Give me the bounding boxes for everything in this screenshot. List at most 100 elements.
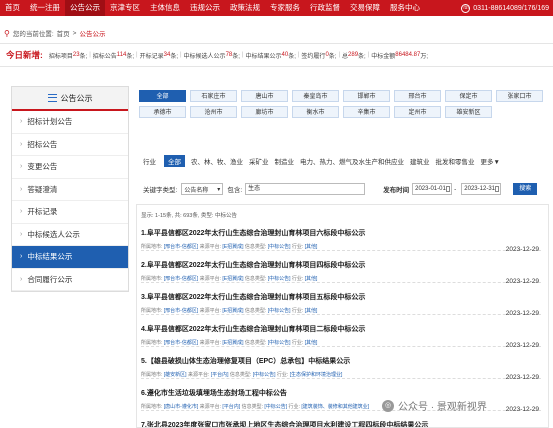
meta-industry-label: 行业: bbox=[290, 244, 305, 250]
sidebar-item-label: 中标结果公示 bbox=[27, 252, 73, 262]
sidebar-item[interactable]: › 变更公告 bbox=[12, 156, 128, 179]
keyword-type-label: 关键字类型: bbox=[143, 187, 178, 194]
nav-item[interactable]: 公告公示 bbox=[65, 0, 105, 16]
region-option[interactable]: 雄安新区 bbox=[445, 106, 492, 118]
result-title[interactable]: 3.阜平县信都区2022年太行山生态综合治理封山育林项目五标段中标公示 bbox=[141, 292, 541, 302]
nav-item[interactable]: 首页 bbox=[0, 0, 25, 16]
industry-option[interactable]: 更多▼ bbox=[481, 156, 500, 166]
keyword-type-value: 公告名称 bbox=[184, 187, 209, 194]
sidebar-item[interactable]: › 中标结果公示 bbox=[12, 246, 128, 269]
stat-unit: 万; bbox=[420, 53, 428, 60]
result-city: [唐山市-遵化市] bbox=[163, 404, 199, 410]
end-date-value: 2023-12-31 bbox=[464, 186, 495, 192]
region-option[interactable]: 廊坊市 bbox=[241, 106, 288, 118]
results-panel: 显示: 1-15条, 共: 693条, 类型: 中标公告 1.阜平县信都区202… bbox=[136, 204, 549, 428]
nav-item[interactable]: 政策法规 bbox=[225, 0, 265, 16]
stat-label: 中标结果公示 bbox=[245, 53, 282, 60]
watermark-text: 公众号 · 景观新视界 bbox=[398, 402, 487, 413]
start-date-input[interactable]: 2023-01-01 bbox=[412, 183, 453, 195]
region-option[interactable]: 邯郸市 bbox=[343, 90, 390, 102]
nav-item[interactable]: 统一注册 bbox=[25, 0, 65, 16]
region-option[interactable]: 辛集市 bbox=[343, 106, 390, 118]
result-platform: [E招冀成] bbox=[222, 340, 244, 346]
breadcrumb-home[interactable]: 首页 bbox=[57, 28, 70, 38]
region-option[interactable]: 秦皇岛市 bbox=[292, 90, 339, 102]
sidebar: 公告公示 › 招标计划公告 › 招标公告 › 变更公告 › 答疑澄清 › 开标记录 › 中标候选人公示… bbox=[11, 86, 129, 292]
result-title[interactable]: 1.阜平县信都区2022年太行山生态综合治理封山育林项目六标段中标公示 bbox=[141, 228, 541, 238]
industry-label: 行业 bbox=[143, 159, 156, 166]
meta-platform-label: 来源平台: bbox=[198, 244, 223, 250]
result-title[interactable]: 2.阜平县信都区2022年太行山生态综合治理封山育林项目四标段中标公示 bbox=[141, 260, 541, 270]
result-meta: 所属地市: [邢台市-信都区] 来源平台: [E招冀成] 信息类型: [中标公告… bbox=[141, 275, 541, 282]
result-title[interactable]: 4.阜平县信都区2022年太行山生态综合治理封山育林项目二标段中标公示 bbox=[141, 324, 541, 334]
nav-item[interactable]: 交易保障 bbox=[345, 0, 385, 16]
sidebar-item[interactable]: › 招标计划公告 bbox=[12, 111, 128, 134]
region-option[interactable]: 张家口市 bbox=[496, 90, 543, 102]
meta-platform-label: 来源平台: bbox=[198, 340, 223, 346]
result-industry: [其他] bbox=[304, 340, 318, 346]
nav-item[interactable]: 专家服务 bbox=[265, 0, 305, 16]
industry-option[interactable]: 采矿业 bbox=[249, 156, 269, 166]
result-industry: [建筑装饰、装修和其他建筑业] bbox=[301, 404, 370, 410]
search-button[interactable]: 搜索 bbox=[513, 183, 538, 195]
region-option[interactable]: 定州市 bbox=[394, 106, 441, 118]
region-option[interactable]: 唐山市 bbox=[241, 90, 288, 102]
result-industry: [其他] bbox=[304, 308, 318, 314]
stat-value: 23 bbox=[72, 52, 80, 58]
region-option[interactable]: 邢台市 bbox=[394, 90, 441, 102]
result-platform: [平台内] bbox=[210, 372, 229, 378]
stat-label: 开标记录 bbox=[139, 53, 164, 60]
meta-type-label: 信息类型: bbox=[228, 372, 253, 378]
keyword-type-select[interactable]: 公告名称 ▾ bbox=[181, 183, 224, 195]
meta-industry-label: 行业: bbox=[287, 404, 302, 410]
sidebar-item[interactable]: › 招标公告 bbox=[12, 134, 128, 156]
nav-item[interactable]: 行政监督 bbox=[305, 0, 345, 16]
contains-input[interactable]: 生态 bbox=[245, 183, 366, 195]
result-meta: 所属地市: [邢台市-信都区] 来源平台: [E招冀成] 信息类型: [中标公告… bbox=[141, 339, 541, 346]
sidebar-item[interactable]: › 开标记录 bbox=[12, 201, 128, 224]
result-title[interactable]: 5.【雄县破损山体生态治理修复项目（EPC）总承包】中标结果公示 bbox=[141, 356, 541, 366]
industry-option[interactable]: 电力、热力、燃气及水生产和供应业 bbox=[300, 156, 404, 166]
region-option[interactable]: 石家庄市 bbox=[190, 90, 237, 102]
result-title[interactable]: 6.遵化市生活垃圾填埋场生态封场工程中标公告 bbox=[141, 388, 541, 398]
stat-value: 34 bbox=[163, 52, 171, 58]
nav-item[interactable]: 违规公示 bbox=[185, 0, 225, 16]
search-row: 关键字类型: 公告名称 ▾ 包含: 生态 发布时间 2023-01-01 - 2… bbox=[143, 183, 547, 195]
industry-option[interactable]: 批发和零售业 bbox=[436, 156, 475, 166]
industry-option[interactable]: 全部 bbox=[164, 155, 185, 167]
end-date-input[interactable]: 2023-12-31 bbox=[461, 183, 502, 195]
chevron-right-icon: › bbox=[20, 118, 23, 126]
region-option[interactable]: 承德市 bbox=[139, 106, 186, 118]
meta-prefix: 所属地市: bbox=[141, 340, 164, 346]
chevron-right-icon: › bbox=[20, 275, 23, 283]
industry-option[interactable]: 农、林、牧、渔业 bbox=[191, 156, 243, 166]
region-option[interactable]: 全部 bbox=[139, 90, 186, 102]
chevron-right-icon: › bbox=[20, 163, 23, 171]
stats-separator: | bbox=[136, 52, 138, 58]
result-title[interactable]: 7.张北县2023年度张家口市张承坝上地区生态综合治理项目水利建设工程四标段中标… bbox=[141, 420, 541, 427]
nav-item[interactable]: 京津专区 bbox=[105, 0, 145, 16]
nav-item[interactable]: 主体信息 bbox=[145, 0, 185, 16]
region-option[interactable]: 保定市 bbox=[445, 90, 492, 102]
meta-type-label: 信息类型: bbox=[243, 308, 268, 314]
sidebar-item[interactable]: › 合同履行公示 bbox=[12, 269, 128, 291]
result-platform: [E招冀成] bbox=[222, 276, 244, 282]
meta-type-label: 信息类型: bbox=[243, 340, 268, 346]
breadcrumb-current[interactable]: 公告公示 bbox=[79, 28, 105, 38]
stat-unit: 条; bbox=[79, 53, 88, 60]
region-option[interactable]: 衡水市 bbox=[292, 106, 339, 118]
industry-option[interactable]: 制造业 bbox=[275, 156, 295, 166]
result-type: [中标公告] bbox=[267, 244, 291, 250]
sidebar-item[interactable]: › 中标候选人公示 bbox=[12, 224, 128, 246]
result-city: [邢台市-信都区] bbox=[163, 244, 199, 250]
stat-unit: 条; bbox=[126, 53, 135, 60]
industry-option[interactable]: 建筑业 bbox=[410, 156, 430, 166]
breadcrumb-prefix: 您的当前位置: bbox=[12, 31, 54, 38]
result-meta: 所属地市: [邢台市-信都区] 来源平台: [E招冀成] 信息类型: [中标公告… bbox=[141, 243, 541, 250]
top-nav: 首页 统一注册 公告公示 京津专区 主体信息 违规公示 政策法规 专家服务 行政监督 交易保障 服务… bbox=[0, 0, 553, 16]
stat-value: 86484.87 bbox=[395, 52, 421, 58]
region-option[interactable]: 沧州市 bbox=[190, 106, 237, 118]
nav-item[interactable]: 服务中心 bbox=[385, 0, 425, 16]
stats-separator: | bbox=[241, 52, 244, 58]
sidebar-item[interactable]: › 答疑澄清 bbox=[12, 179, 128, 201]
